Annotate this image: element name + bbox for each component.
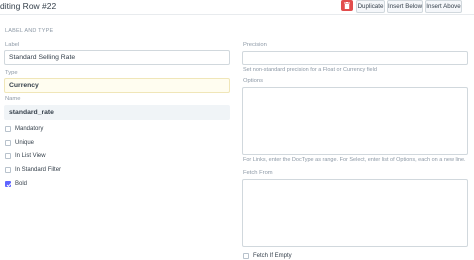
trash-icon <box>344 2 350 9</box>
mandatory-label: Mandatory <box>15 126 44 132</box>
duplicate-button[interactable]: Duplicate <box>356 0 385 13</box>
options-caption: Options <box>243 78 263 84</box>
precision-caption: Precision <box>243 42 267 48</box>
fetch-from-caption: Fetch From <box>243 170 273 176</box>
fetch-from-textarea[interactable] <box>242 179 468 247</box>
dialog-title: diting Row #22 <box>0 1 57 11</box>
in-standard-filter-checkbox[interactable] <box>5 167 11 173</box>
options-textarea[interactable] <box>242 87 468 155</box>
mandatory-checkbox[interactable] <box>5 126 11 132</box>
fetch-if-empty-checkbox[interactable] <box>243 253 249 259</box>
name-field: standard_rate <box>4 105 230 120</box>
in-list-view-label: In List View <box>15 153 46 159</box>
insert-below-button[interactable]: Insert Below <box>387 0 423 13</box>
type-caption: Type <box>5 70 18 76</box>
bold-label: Bold <box>15 181 28 187</box>
label-caption: Label <box>5 42 20 48</box>
in-list-view-checkbox[interactable] <box>5 153 11 159</box>
type-select[interactable]: Currency <box>4 78 230 93</box>
delete-button[interactable] <box>341 0 353 11</box>
options-help: For Links, enter the DocType as range. F… <box>243 157 466 163</box>
precision-field[interactable] <box>242 51 468 65</box>
bold-checkbox[interactable] <box>5 181 12 188</box>
in-standard-filter-label: In Standard Filter <box>15 167 62 173</box>
section-heading: LABEL AND TYPE <box>5 28 54 34</box>
unique-checkbox[interactable] <box>5 140 11 146</box>
name-caption: Name <box>5 96 21 102</box>
check-icon <box>6 183 12 188</box>
unique-label: Unique <box>15 140 35 146</box>
label-field[interactable]: Standard Selling Rate <box>4 50 230 65</box>
dialog-header: diting Row #22 Duplicate Insert Below In… <box>0 0 474 15</box>
fetch-if-empty-label: Fetch If Empty <box>253 253 292 259</box>
precision-help: Set non-standard precision for a Float o… <box>243 67 377 73</box>
insert-above-button[interactable]: Insert Above <box>425 0 462 13</box>
